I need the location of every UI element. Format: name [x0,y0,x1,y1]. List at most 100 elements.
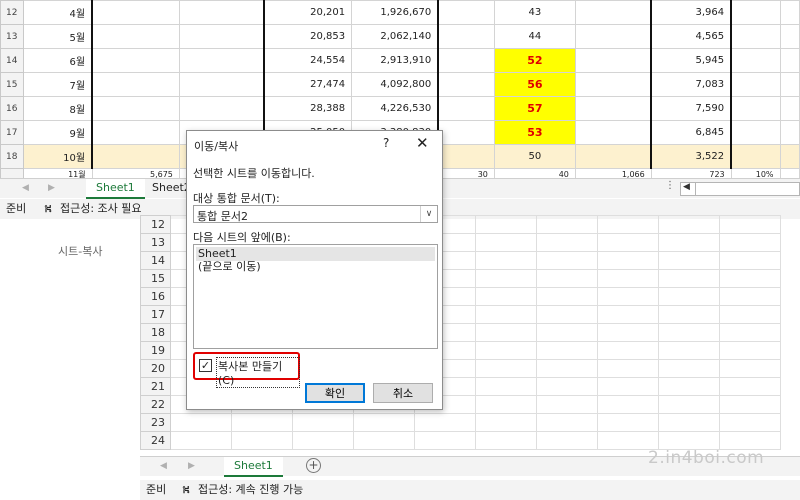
help-icon[interactable]: ? [383,136,389,150]
list-item[interactable]: Sheet1 [196,247,435,261]
sheet-cell[interactable] [170,431,232,450]
sheet-cell[interactable]: 5,945 [650,48,733,73]
sheet-cell[interactable] [658,341,720,360]
sheet-cell[interactable] [730,72,781,97]
sheet-cell[interactable] [719,341,781,360]
sheet-cell[interactable] [730,24,781,49]
sheet-cell[interactable] [597,233,659,252]
sheet-cell[interactable]: 6월 [23,48,94,73]
sheet-cell[interactable] [437,96,495,121]
sheet-cell[interactable] [574,72,653,97]
sheet-cell[interactable] [437,48,495,73]
sheet-cell[interactable] [719,269,781,288]
sheet-cell[interactable] [658,233,720,252]
sheet-cell[interactable] [475,377,537,396]
sheet-cell[interactable] [536,323,598,342]
sheet-cell[interactable]: 1,066 [574,168,652,178]
sheet-cell[interactable] [574,96,653,121]
sheet-cell[interactable] [536,251,598,270]
plus-circle-icon[interactable]: + [306,458,321,473]
sheet-cell[interactable]: 4,226,530 [351,96,440,121]
sheet-cell[interactable]: 40 [493,168,576,178]
sheet-cell[interactable]: 10% [730,168,781,178]
sheet-cell[interactable] [536,305,598,324]
sheet-cell[interactable] [574,24,653,49]
sheet-cell[interactable] [597,305,659,324]
sheet-cell[interactable] [719,215,781,234]
sheet-cell[interactable] [779,48,800,73]
sheet-cell[interactable] [730,0,781,25]
sheet-cell[interactable] [597,269,659,288]
sheet-cell[interactable] [91,72,180,97]
sheet-cell[interactable] [231,431,293,450]
row-header[interactable]: 22 [140,395,171,414]
sheet-cell[interactable]: 1,926,670 [351,0,440,25]
sheet-cell[interactable] [779,72,800,97]
row-header[interactable] [0,168,25,178]
sheet-cell[interactable]: 20,201 [263,0,353,25]
sheet-cell[interactable] [597,287,659,306]
front-accessibility-icon[interactable]: ⛕ [182,480,190,500]
row-header[interactable]: 16 [140,287,171,306]
sheet-cell[interactable] [730,48,781,73]
sheet-cell[interactable] [437,0,495,25]
sheet-cell[interactable] [719,395,781,414]
front-accessibility-status[interactable]: 접근성: 계속 진행 가능 [198,480,303,500]
sheet-cell[interactable]: 56 [493,72,576,97]
row-header[interactable]: 19 [140,341,171,360]
sheet-cell[interactable] [719,287,781,306]
row-header[interactable]: 15 [140,269,171,288]
row-header[interactable]: 17 [0,120,25,145]
sheet-cell[interactable] [475,395,537,414]
sheet-cell[interactable] [536,233,598,252]
sheet-cell[interactable] [475,341,537,360]
sheet-cell[interactable]: 44 [493,24,576,49]
row-header[interactable]: 13 [0,24,25,49]
sheet-cell[interactable] [475,305,537,324]
sheet-cell[interactable]: 24,554 [263,48,353,73]
sheet-cell[interactable] [730,96,781,121]
sheet-cell[interactable]: 3,964 [650,0,733,25]
close-icon[interactable]: ✕ [416,134,429,152]
sheet-cell[interactable] [178,96,265,121]
tab-scroll-right-icon[interactable]: ▶ [48,183,55,193]
sheet-cell[interactable] [574,144,653,169]
sheet-cell[interactable]: 30 [437,168,495,178]
row-header[interactable]: 18 [140,323,171,342]
row-header[interactable]: 13 [140,233,171,252]
sheet-cell[interactable] [536,431,598,450]
sheet-cell[interactable] [597,215,659,234]
sheet-cell[interactable] [178,72,265,97]
sheet-cell[interactable] [719,251,781,270]
sheet-cell[interactable] [536,269,598,288]
row-header[interactable]: 21 [140,377,171,396]
cancel-button[interactable]: 취소 [373,383,433,403]
sheet-cell[interactable] [353,413,415,432]
sheet-cell[interactable]: 11월 [23,168,93,178]
sheet-cell[interactable] [178,24,265,49]
sheet-cell[interactable] [597,359,659,378]
sheet-cell[interactable] [536,359,598,378]
sheet-cell[interactable] [597,251,659,270]
sheet-cell[interactable] [779,144,800,169]
sheet-cell[interactable]: 6,845 [650,120,733,145]
sheet-cell[interactable] [91,48,180,73]
sheet-cell[interactable] [91,144,180,169]
sheet-cell[interactable] [91,24,180,49]
row-header[interactable]: 16 [0,96,25,121]
row-header[interactable]: 17 [140,305,171,324]
front-tab-scroll-right-icon[interactable]: ▶ [188,461,195,471]
sheet-cell[interactable] [658,323,720,342]
sheet-cell[interactable] [292,413,354,432]
sheet-cell[interactable] [414,431,476,450]
sheet-cell[interactable] [475,413,537,432]
sheet-cell[interactable]: 4,092,800 [351,72,440,97]
sheet-cell[interactable]: 57 [493,96,576,121]
sheet-cell[interactable] [658,431,720,450]
sheet-cell[interactable]: 52 [493,48,576,73]
sheet-cell[interactable]: 28,388 [263,96,353,121]
sheet-cell[interactable] [658,287,720,306]
sheet-cell[interactable] [730,120,781,145]
sheet-cell[interactable] [779,96,800,121]
sheet-cell[interactable] [719,305,781,324]
